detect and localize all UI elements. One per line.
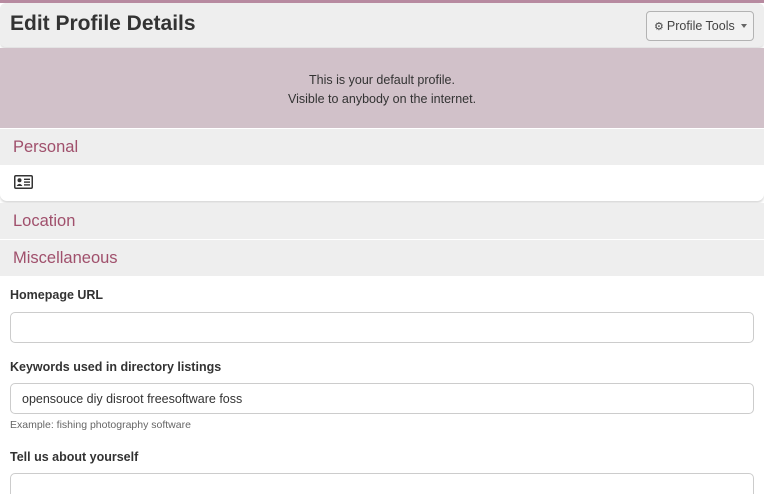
about-yourself-label: Tell us about yourself — [10, 450, 139, 464]
notice-line-2: Visible to anybody on the internet. — [287, 92, 477, 106]
about-yourself-input[interactable] — [10, 473, 754, 494]
page-header: Edit Profile Details ⚙ Profile Tools — [0, 3, 764, 47]
keywords-label: Keywords used in directory listings — [10, 360, 222, 374]
gear-icon: ⚙ — [654, 20, 664, 33]
profile-tools-button[interactable]: ⚙ Profile Tools — [646, 11, 754, 41]
notice-line-1: This is your default profile. — [309, 73, 455, 87]
caret-down-icon — [740, 24, 747, 28]
section-location-header[interactable]: Location — [0, 203, 764, 239]
default-profile-notice: This is your default profile. Visible to… — [0, 48, 764, 128]
homepage-url-label: Homepage URL — [10, 288, 104, 302]
homepage-url-input[interactable] — [10, 312, 754, 343]
section-personal-body — [0, 165, 764, 201]
keywords-hint: Example: fishing photography software — [10, 419, 191, 431]
section-personal-header[interactable]: Personal — [0, 129, 764, 165]
keywords-input[interactable] — [10, 383, 754, 414]
contact-card-icon — [14, 175, 33, 189]
miscellaneous-form: Homepage URL Keywords used in directory … — [0, 276, 764, 494]
section-miscellaneous-header[interactable]: Miscellaneous — [0, 240, 764, 276]
page-title: Edit Profile Details — [10, 12, 196, 35]
profile-tools-label: Profile Tools — [666, 19, 735, 33]
